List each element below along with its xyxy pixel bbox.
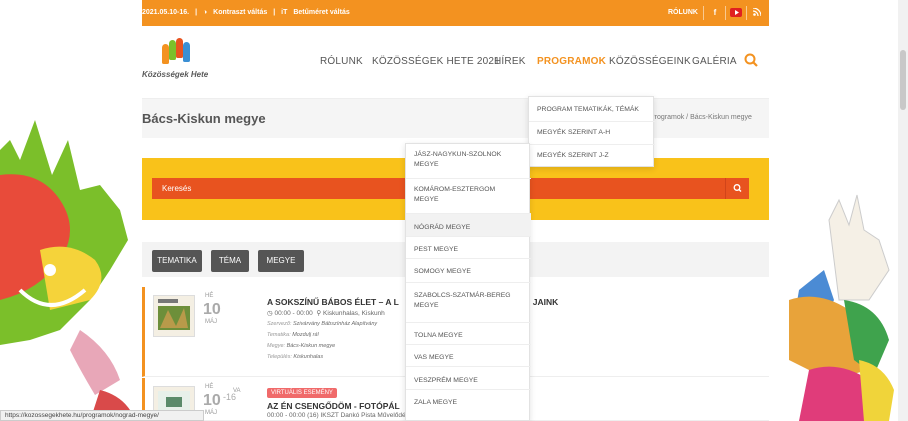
- event-settlement: Település: Kiskunhalas: [267, 354, 324, 360]
- location-pin-icon: ⚲: [316, 310, 322, 317]
- logo-figures: [162, 38, 192, 66]
- menu-item-somogy[interactable]: SOMOGY MEGYE: [414, 267, 471, 277]
- site-header: Közösségek Hete RÓLUNK KÖZÖSSÉGEK HETE 2…: [142, 26, 769, 98]
- top-bar-separator: |: [273, 9, 276, 16]
- divider: [703, 6, 704, 20]
- menu-item-megyek-a-h[interactable]: MEGYÉK SZERINT A-H: [537, 128, 610, 138]
- search-button[interactable]: [725, 178, 749, 199]
- event-title[interactable]: AZ ÉN CSENGŐDÖM - FOTÓPÁL: [267, 401, 400, 411]
- menu-item-veszprem[interactable]: VESZPRÉM MEGYE: [414, 376, 478, 386]
- divider: [746, 6, 747, 20]
- menu-item-pest[interactable]: PEST MEGYE: [414, 245, 458, 255]
- breadcrumb[interactable]: Programok / Bács-Kiskun megye: [650, 114, 752, 121]
- event-date: 2021.05.10-16.: [142, 9, 190, 16]
- menu-divider: [529, 144, 655, 145]
- painted-hands-image: [789, 194, 894, 421]
- site-logo[interactable]: Közösségek Hete: [142, 38, 222, 88]
- filter-megye-button[interactable]: MEGYE: [258, 250, 304, 272]
- menu-item-vas[interactable]: VAS MEGYE: [414, 353, 454, 363]
- menu-item-nograd[interactable]: NÓGRÁD MEGYE: [414, 223, 470, 233]
- page-title-bar: Bács-Kiskun megye Programok / Bács-Kisku…: [142, 98, 769, 138]
- youtube-icon[interactable]: [729, 6, 743, 19]
- menu-item-tolna[interactable]: TOLNA MEGYE: [414, 331, 463, 341]
- left-hand-decoration: [0, 0, 142, 421]
- menu-divider: [529, 121, 655, 122]
- event-time-place: ◷ 00:00 - 00:00 ⚲ Kiskunhalas, Kiskunh: [267, 310, 385, 317]
- contrast-toggle-link[interactable]: Kontraszt váltás: [213, 9, 267, 16]
- top-bar-left: 2021.05.10-16. | ◑ Kontraszt váltás | iT…: [142, 9, 354, 16]
- event-organizer: Szervező: Szivárvány Bábszínház Alapítvá…: [267, 321, 378, 327]
- event-month: MÁJ: [205, 410, 217, 416]
- contrast-icon: ◑: [202, 9, 208, 16]
- top-rolunk-link[interactable]: RÓLUNK: [668, 9, 698, 16]
- rss-icon[interactable]: [750, 6, 764, 19]
- clock-icon: ◷: [267, 310, 273, 317]
- top-bar-separator: |: [195, 9, 198, 16]
- filter-tema-button[interactable]: TÉMA: [211, 250, 249, 272]
- top-bar: 2021.05.10-16. | ◑ Kontraszt váltás | iT…: [142, 0, 769, 26]
- nav-kozossegeink[interactable]: KÖZÖSSÉGEINK: [609, 26, 691, 98]
- menu-item-zala[interactable]: ZALA MEGYE: [414, 398, 457, 408]
- county-submenu: JÁSZ-NAGYKUN-SZOLNOK MEGYE KOMÁROM-ESZTER…: [405, 143, 531, 421]
- menu-item-program-tematikak[interactable]: PROGRAM TEMATIKÁK, TÉMÁK: [537, 105, 639, 115]
- scrollbar-thumb[interactable]: [900, 50, 906, 110]
- virtual-event-badge: VIRTUÁLIS ESEMÉNY: [267, 388, 337, 398]
- programs-dropdown: PROGRAM TEMATIKÁK, TÉMÁK MEGYÉK SZERINT …: [528, 96, 655, 167]
- painted-hand-image: [0, 120, 130, 421]
- event-weekday: HÉ: [205, 293, 214, 299]
- page-scrollbar[interactable]: [898, 0, 908, 421]
- event-day: 10: [203, 392, 221, 409]
- font-size-toggle-link[interactable]: Betűméret váltás: [293, 9, 349, 16]
- facebook-icon[interactable]: f: [708, 6, 722, 19]
- logo-name: Közösségek Hete: [142, 70, 209, 79]
- search-icon: [733, 184, 742, 192]
- page-main: 2021.05.10-16. | ◑ Kontraszt váltás | iT…: [142, 0, 769, 421]
- menu-item-megyek-j-z[interactable]: MEGYÉK SZERINT J-Z: [537, 151, 609, 161]
- nav-hirek[interactable]: HÍREK: [494, 26, 526, 98]
- event-thumbnail[interactable]: [153, 295, 195, 337]
- filter-tematika-button[interactable]: TEMATIKA: [152, 250, 202, 272]
- event-month: MÁJ: [205, 319, 217, 325]
- menu-item-szabolcs-szatmar-bereg[interactable]: SZABOLCS-SZATMÁR-BEREG MEGYE: [414, 291, 511, 311]
- divider: [725, 6, 726, 20]
- nav-kozossegek-hete-2021[interactable]: KÖZÖSSÉGEK HETE 2021: [372, 26, 500, 98]
- status-bar-url: https://kozossegekhete.hu/programok/nogr…: [0, 410, 204, 421]
- right-hand-decoration: [769, 0, 908, 421]
- event-theme: Tematika: Mozdulj rá!: [267, 332, 320, 338]
- event-day-end: -16: [223, 392, 237, 402]
- menu-item-jasz-nagykun-szolnok[interactable]: JÁSZ-NAGYKUN-SZOLNOK MEGYE: [414, 150, 501, 170]
- event-day: 10: [203, 301, 221, 318]
- nav-programok[interactable]: PROGRAMOK: [537, 26, 606, 98]
- event-county: Megye: Bács-Kiskun megye: [267, 343, 336, 349]
- page-title: Bács-Kiskun megye: [142, 111, 266, 126]
- font-size-icon: iT: [281, 9, 288, 16]
- nav-galeria[interactable]: GALÉRIA: [692, 26, 737, 98]
- event-weekday: HÉ: [205, 384, 214, 390]
- search-icon[interactable]: [744, 53, 758, 67]
- search-placeholder: Keresés: [162, 184, 192, 193]
- nav-rolunk[interactable]: RÓLUNK: [320, 26, 363, 98]
- menu-item-komarom-esztergom[interactable]: KOMÁROM-ESZTERGOM MEGYE: [414, 185, 495, 205]
